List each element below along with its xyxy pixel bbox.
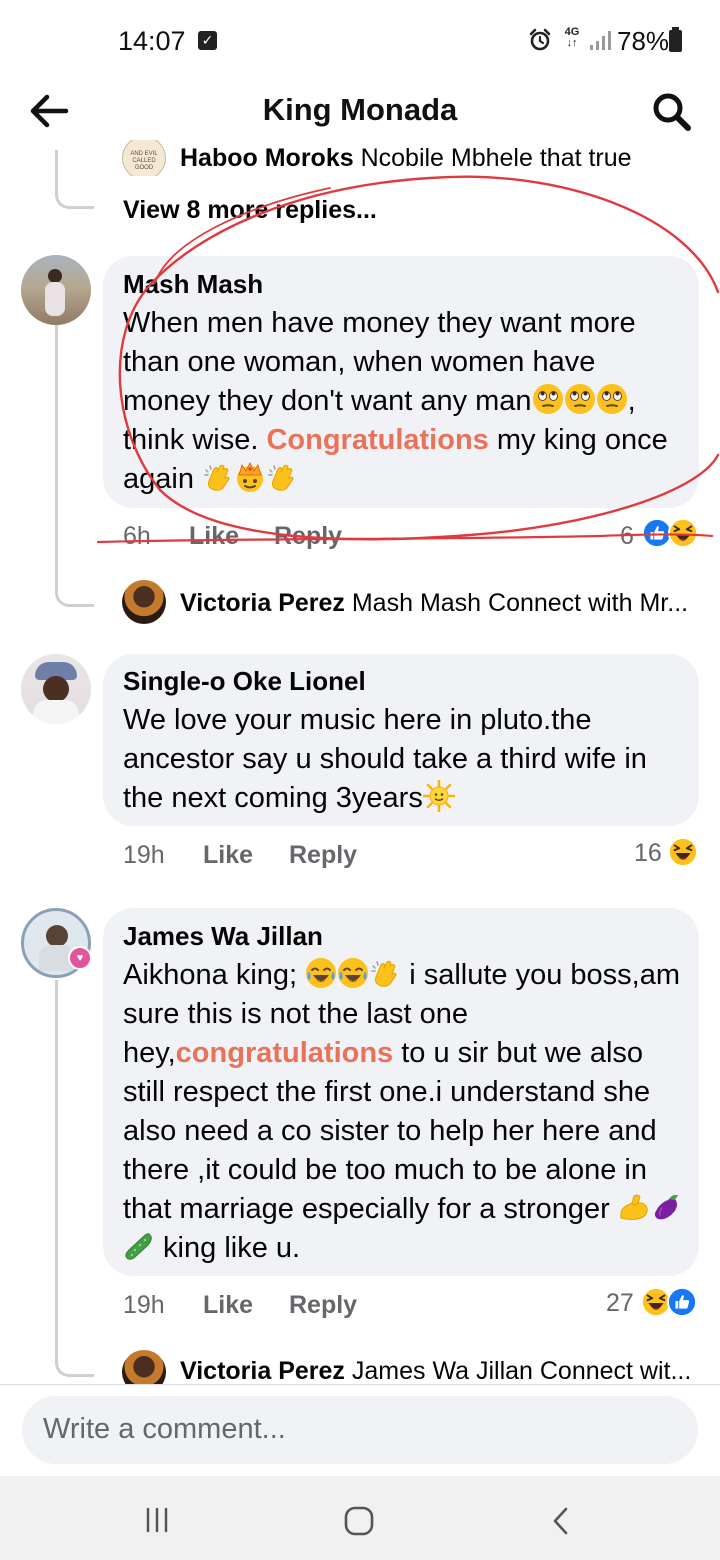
like-button[interactable]: Like (203, 841, 253, 870)
clapping-hands-emoji-icon (202, 461, 234, 493)
nav-back-icon[interactable] (546, 1504, 576, 1538)
heart-frame-badge-icon: ♥ (68, 946, 92, 970)
mash-mash-avatar[interactable] (21, 255, 91, 325)
reply-button[interactable]: Reply (274, 522, 342, 551)
flexed-biceps-emoji-icon (618, 1191, 650, 1223)
clapping-hands-emoji-icon (266, 461, 298, 493)
like-button[interactable]: Like (203, 1291, 253, 1320)
reply-preview[interactable]: Victoria Perez Mash Mash Connect with Mr… (0, 580, 720, 626)
reply-author[interactable]: Victoria Perez (180, 589, 345, 617)
cucumber-emoji-icon (123, 1230, 155, 1262)
comment-text-part: king like u. (155, 1232, 301, 1264)
page-title: King Monada (262, 92, 458, 127)
thread-line (55, 300, 58, 570)
view-more-replies-link[interactable]: View 8 more replies... (123, 196, 377, 225)
battery-percent: 78% (617, 26, 670, 56)
crown-emoji-icon (234, 461, 266, 493)
reaction-count[interactable]: 27 (606, 1289, 634, 1318)
single-o-oke-lionel-avatar[interactable] (21, 654, 91, 724)
reply-text: Ncobile Mbhele that true (360, 144, 632, 172)
comment-text-part: We love your music here in pluto.the anc… (123, 704, 647, 814)
partial-reply-row[interactable]: AND EVIL CALLED GOOD Haboo Moroks Ncobil… (0, 140, 720, 176)
reply-author[interactable]: Haboo Moroks (180, 144, 354, 172)
comment-author[interactable]: Single-o Oke Lionel (123, 666, 366, 697)
status-time: 14:07 (118, 26, 186, 56)
reply-preview[interactable]: Victoria Perez James Wa Jillan Connect w… (0, 1350, 720, 1384)
search-icon[interactable] (650, 90, 694, 134)
victoria-perez-avatar[interactable] (122, 580, 166, 624)
network-type: 4G (564, 26, 580, 38)
comment-author[interactable]: Mash Mash (123, 269, 263, 300)
sun-face-emoji-icon (423, 780, 455, 812)
check-notification-icon: ✓ (198, 31, 217, 50)
reaction-count[interactable]: 6 (620, 522, 634, 551)
comment-time: 19h (123, 1291, 165, 1319)
comment-text: Aikhona king; i sallute you boss,am sure… (123, 956, 683, 1268)
reply-button[interactable]: Reply (289, 1291, 357, 1320)
signal-strength-icon (590, 31, 611, 50)
haha-reaction-icon (668, 837, 698, 867)
battery-icon (669, 27, 682, 52)
like-button[interactable]: Like (189, 522, 239, 551)
tears-of-joy-emoji-icon (337, 957, 369, 989)
victoria-perez-avatar[interactable] (122, 1350, 166, 1384)
tears-of-joy-emoji-icon (305, 957, 337, 989)
highlighted-word: Congratulations (266, 424, 489, 456)
comment-text: When men have money they want more than … (123, 304, 683, 499)
recent-apps-icon[interactable] (142, 1505, 172, 1535)
haboo-moroks-avatar[interactable]: AND EVIL CALLED GOOD (122, 140, 166, 176)
comment-author[interactable]: James Wa Jillan (123, 921, 323, 952)
clapping-hands-emoji-icon (369, 957, 401, 989)
eye-roll-emoji-icon (596, 383, 628, 415)
like-reaction-icon (667, 1287, 697, 1317)
comment-time: 6h (123, 522, 151, 550)
home-icon[interactable] (342, 1504, 376, 1538)
reply-text: Mash Mash Connect with Mr... (351, 589, 689, 617)
thread-line (55, 980, 58, 1360)
reply-text: James Wa Jillan Connect wit... (351, 1357, 692, 1384)
reaction-count[interactable]: 16 (634, 839, 662, 868)
comment-time: 19h (123, 841, 165, 869)
comment-text-part: Aikhona king; (123, 959, 306, 991)
eggplant-emoji-icon (650, 1191, 682, 1223)
reply-author[interactable]: Victoria Perez (180, 1357, 345, 1384)
alarm-icon (529, 28, 551, 51)
reply-button[interactable]: Reply (289, 841, 357, 870)
comment-input-placeholder: Write a comment... (43, 1413, 286, 1445)
highlighted-word: congratulations (175, 1037, 394, 1069)
comment-text: We love your music here in pluto.the anc… (123, 701, 683, 818)
eye-roll-emoji-icon (564, 383, 596, 415)
eye-roll-emoji-icon (532, 383, 564, 415)
network-type-icon: 4G ↓↑ (564, 26, 580, 49)
haha-reaction-icon (668, 518, 698, 548)
